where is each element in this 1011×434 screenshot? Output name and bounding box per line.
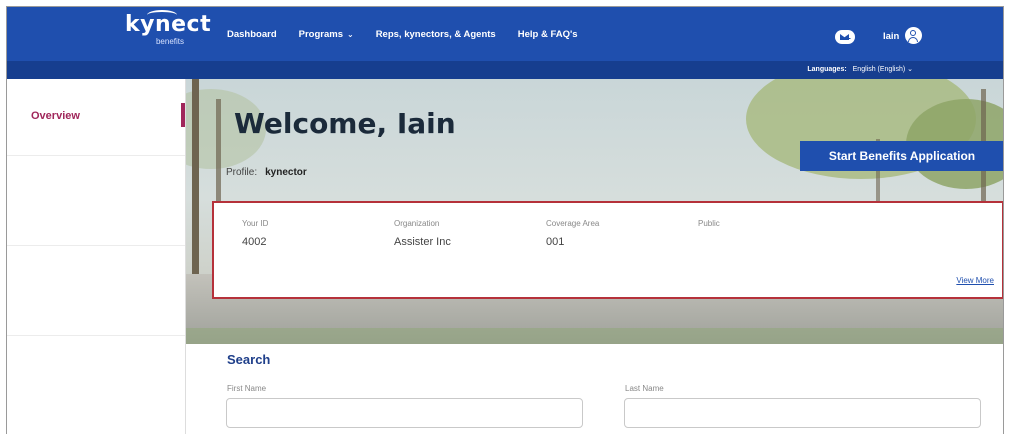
top-nav-bar: kynect benefits Dashboard Programs ⌄ Reps… [7,7,1003,61]
search-section-title: Search [227,352,271,367]
divider [7,155,185,156]
divider [7,245,185,246]
view-more-link[interactable]: View More [956,276,994,285]
kynect-logo[interactable]: kynect benefits [125,10,211,46]
info-value: 001 [546,236,565,248]
main-nav: Dashboard Programs ⌄ Reps, kynectors, & A… [227,29,600,40]
sidebar: Overview [7,79,186,434]
language-value: English (English) [852,66,906,73]
info-label: Coverage Area [546,219,600,228]
start-benefits-application-button[interactable]: Start Benefits Application [800,141,1003,171]
nav-programs[interactable]: Programs ⌄ [299,29,354,40]
sidebar-item-overview[interactable]: Overview [31,110,80,122]
welcome-hero: Welcome, Iain Profile: kynector Start Ben… [186,79,1003,344]
active-indicator [181,103,185,127]
profile-value: kynector [265,167,307,178]
info-label: Your ID [242,219,269,228]
language-label: Languages: [807,66,847,73]
chevron-down-icon: ⌄ [907,66,913,73]
page-title: Welcome, Iain [234,107,456,140]
user-icon[interactable] [905,27,922,44]
user-info-card: Your ID 4002 Organization Assister Inc C… [212,201,1003,299]
user-name[interactable]: Iain [883,31,899,42]
app-window: kynect benefits Dashboard Programs ⌄ Reps… [6,6,1004,434]
mail-icon[interactable] [835,30,855,44]
nav-help-faqs[interactable]: Help & FAQ's [518,29,578,40]
nav-dashboard[interactable]: Dashboard [227,29,277,40]
info-public: Public [698,219,720,236]
lawn-image [186,328,1003,344]
profile-line: Profile: kynector [226,167,307,178]
info-label: Public [698,219,720,228]
chevron-down-icon: ⌄ [346,30,354,39]
last-name-input[interactable] [624,398,981,428]
language-selector[interactable]: Languages: English (English) ⌄ [807,65,913,73]
nav-reps-kynectors-agents[interactable]: Reps, kynectors, & Agents [376,29,496,40]
info-label: Organization [394,219,440,228]
info-your-id: Your ID 4002 [242,219,268,248]
profile-label: Profile: [226,167,258,178]
last-name-label: Last Name [625,384,664,393]
logo-subtext: benefits [155,37,185,46]
info-value: Assister Inc [394,236,451,248]
info-organization: Organization Assister Inc [394,219,451,248]
info-coverage-area: Coverage Area 001 [546,219,599,248]
first-name-label: First Name [227,384,267,393]
info-value: 4002 [242,236,267,248]
first-name-input[interactable] [226,398,583,428]
divider [7,335,185,336]
language-bar: Languages: English (English) ⌄ [7,61,1003,79]
